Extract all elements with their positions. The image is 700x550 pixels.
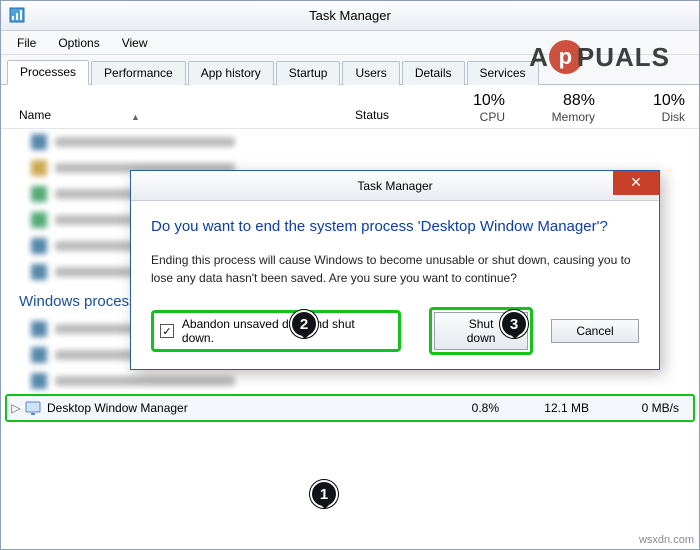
watermark-pre: A [529, 42, 549, 73]
menu-options[interactable]: Options [48, 33, 109, 53]
close-button[interactable]: ✕ [613, 171, 659, 195]
dialog-body: Do you want to end the system process 'D… [131, 201, 659, 369]
annotation-badge-3: 3 [500, 310, 528, 338]
dialog-actions: ✓ Abandon unsaved data and shut down. Sh… [151, 307, 639, 355]
dialog-main-text: Do you want to end the system process 'D… [151, 217, 639, 237]
abandon-checkbox-wrap[interactable]: ✓ Abandon unsaved data and shut down. [151, 310, 401, 352]
memory-label: Memory [552, 110, 595, 124]
watermark: A p PUALS [529, 40, 670, 74]
dialog-description: Ending this process will cause Windows t… [151, 251, 639, 287]
memory-usage-value: 88% [523, 92, 595, 110]
cpu-usage-value: 10% [433, 92, 505, 110]
window-title: Task Manager [309, 8, 391, 23]
list-item[interactable] [1, 129, 699, 155]
column-name-label: Name [19, 108, 51, 122]
tab-details[interactable]: Details [402, 61, 465, 85]
checkbox-icon[interactable]: ✓ [160, 324, 174, 338]
menu-file[interactable]: File [7, 33, 46, 53]
checkbox-label: Abandon unsaved data and shut down. [182, 317, 388, 345]
expand-icon[interactable]: ▷ [7, 401, 25, 415]
column-cpu[interactable]: 10% CPU [429, 88, 519, 128]
list-item[interactable] [1, 368, 699, 394]
cpu-label: CPU [480, 110, 505, 124]
tab-users[interactable]: Users [342, 61, 399, 85]
close-icon: ✕ [630, 174, 642, 190]
column-name[interactable]: Name ▲ [1, 104, 349, 128]
process-cpu-value: 0.8% [423, 401, 513, 415]
process-name: Desktop Window Manager [47, 401, 423, 415]
column-memory[interactable]: 88% Memory [519, 88, 609, 128]
tab-processes[interactable]: Processes [7, 60, 89, 85]
confirm-dialog: Task Manager ✕ Do you want to end the sy… [130, 170, 660, 370]
tab-performance[interactable]: Performance [91, 61, 186, 85]
process-memory-value: 12.1 MB [513, 401, 603, 415]
selected-process-row[interactable]: ▷ Desktop Window Manager 0.8% 12.1 MB 0 … [5, 394, 695, 422]
watermark-post: PUALS [577, 42, 670, 73]
tab-app-history[interactable]: App history [188, 61, 274, 85]
column-header-row: Name ▲ Status 10% CPU 88% Memory 10% Dis… [1, 85, 699, 129]
tab-startup[interactable]: Startup [276, 61, 341, 85]
dialog-title: Task Manager [357, 179, 432, 193]
menu-view[interactable]: View [112, 33, 158, 53]
app-icon [9, 7, 25, 23]
annotation-badge-2: 2 [290, 310, 318, 338]
process-disk-value: 0 MB/s [603, 401, 693, 415]
column-status[interactable]: Status [349, 104, 429, 128]
dialog-titlebar[interactable]: Task Manager ✕ [131, 171, 659, 201]
column-disk[interactable]: 10% Disk [609, 88, 699, 128]
disk-usage-value: 10% [613, 92, 685, 110]
cancel-button[interactable]: Cancel [551, 319, 639, 343]
tab-services[interactable]: Services [467, 61, 539, 85]
annotation-badge-1: 1 [310, 480, 338, 508]
disk-label: Disk [662, 110, 685, 124]
sort-arrow-icon: ▲ [131, 112, 140, 122]
image-credit: wsxdn.com [639, 534, 694, 546]
window-titlebar[interactable]: Task Manager [1, 1, 699, 31]
column-status-label: Status [355, 108, 389, 122]
process-icon [25, 400, 41, 416]
